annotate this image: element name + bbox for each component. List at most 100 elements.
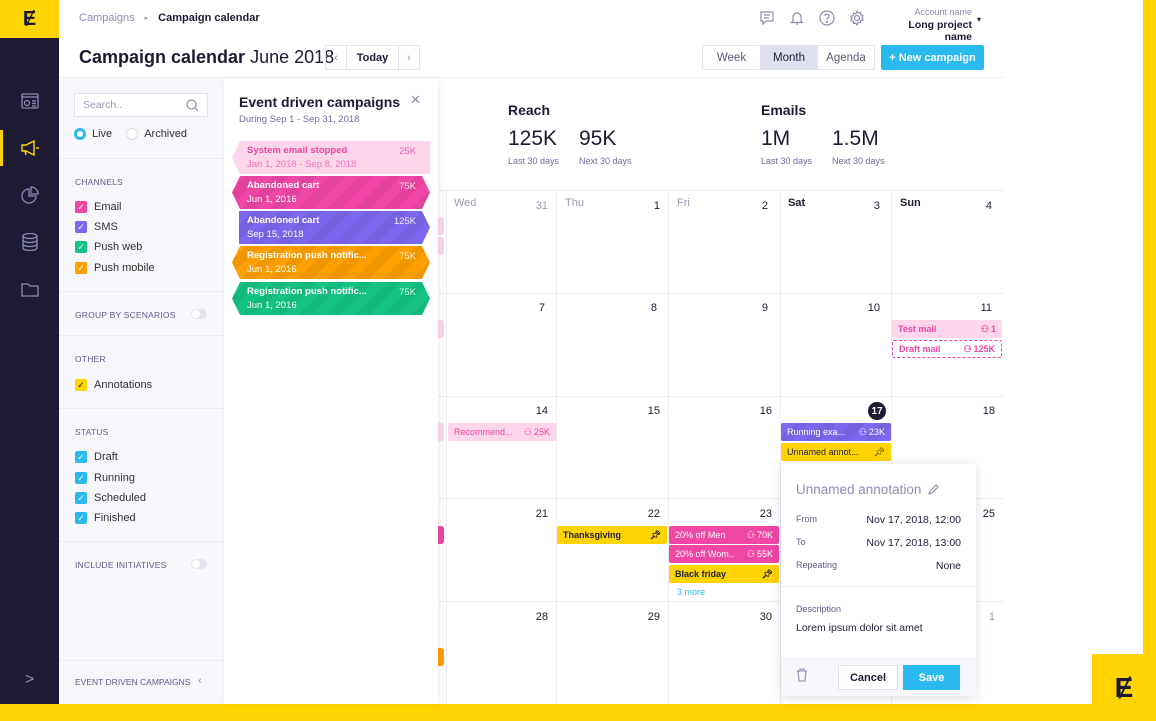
expand-nav-button[interactable]: > [0,668,59,692]
annotation-chip-unnamed[interactable]: Unnamed annot... 📌︎ [781,443,891,461]
checkbox-label: SMS [94,221,118,233]
nav-rail: Ɇ > [0,0,59,704]
prev-period-button[interactable]: ‹ [326,46,346,69]
today-button[interactable]: Today [346,46,399,69]
repeat-value[interactable]: None [936,560,961,572]
filters-sidebar: Search.. Live Archived CHANNELS ✓ Email ✓… [59,78,224,704]
nav-campaigns[interactable] [0,128,59,168]
frame-border-right [1143,0,1156,721]
event-sliver[interactable] [438,423,444,441]
checkbox-label: Running [94,472,135,484]
bell-icon[interactable] [789,10,805,26]
user-icon: ⚇ [858,426,867,437]
tab-month[interactable]: Month [760,46,817,69]
day-number: 23 [759,508,772,520]
save-button[interactable]: Save [903,665,960,690]
checkbox-push-web[interactable]: ✓ Push web [75,241,142,253]
tab-agenda[interactable]: Agenda [817,46,874,69]
event-chip-men[interactable]: 20% off Men ⚇ 70K [669,526,779,544]
event-date: Jun 1, 2016 [247,194,297,205]
check-icon: ✓ [75,379,87,391]
checkbox-finished[interactable]: ✓ Finished [75,512,136,524]
gear-icon[interactable] [849,10,865,26]
checkbox-sms[interactable]: ✓ SMS [75,221,118,233]
group-by-scenarios-toggle[interactable] [191,309,207,319]
annotation-title[interactable]: Unnamed annotation [796,482,940,497]
nav-analytics[interactable] [0,175,59,215]
description-text[interactable]: Lorem ipsum dolor sit amet [796,622,923,634]
chevron-left-icon[interactable]: ‹ [198,675,202,687]
pencil-icon[interactable] [927,483,940,496]
checkbox-push-mobile[interactable]: ✓ Push mobile [75,262,155,274]
event-sliver[interactable] [438,648,444,666]
divider [59,408,224,409]
checkbox-email[interactable]: ✓ Email [75,201,122,213]
divider [59,291,224,292]
event-label: Recommend... [454,427,513,437]
checkbox-annotations[interactable]: ✓ Annotations [75,379,152,391]
check-icon: ✓ [75,512,87,524]
tab-week[interactable]: Week [703,46,760,69]
close-icon[interactable]: ✕ [410,92,421,108]
event-sliver[interactable] [438,237,444,255]
cancel-button[interactable]: Cancel [838,665,898,690]
trash-icon[interactable] [796,668,808,682]
event-value: 25K [399,146,416,157]
event-sliver[interactable] [438,526,444,544]
checkbox-running[interactable]: ✓ Running [75,472,135,484]
stat-caption: Next 30 days [579,156,632,166]
event-label: 20% off Wom.. [675,549,734,559]
pin-icon: 📌︎ [761,568,773,579]
radio-live[interactable]: Live [74,128,112,140]
breadcrumb-campaigns[interactable]: Campaigns [79,12,135,24]
day-header-thu: Thu [565,197,584,209]
caret-down-icon[interactable]: ▾ [977,15,981,24]
stat-emails-last: 1M [761,127,791,150]
event-date: Sep 15, 2018 [247,229,304,240]
account-name: Account name [914,7,972,17]
more-events-link[interactable]: 3 more [677,587,705,597]
event-campaign-item[interactable]: Registration push notific... Jun 1, 2016… [232,246,430,279]
event-campaign-item[interactable]: Registration push notific... Jun 1, 2016… [232,282,430,315]
nav-data[interactable] [0,222,59,262]
annotation-chip-thanksgiving[interactable]: Thanksgiving 📌︎ [557,526,667,544]
event-chip-recommend[interactable]: Recommend... ⚇ 25K [448,423,556,441]
group-by-scenarios-label: GROUP BY SCENARIOS [75,310,176,320]
annotation-chip-black-friday[interactable]: Black friday 📌︎ [669,565,779,583]
event-campaign-item[interactable]: System email stopped Jan 1, 2018 - Sep 8… [232,141,430,174]
radio-archived[interactable]: Archived [126,128,187,140]
popover-footer: Cancel Save [781,657,976,696]
stat-reach-title: Reach [508,102,551,118]
event-chip-women[interactable]: 20% off Wom.. ⚇ 55K [669,545,779,563]
account-switcher[interactable]: Account name Long project name [886,7,972,43]
checkbox-draft[interactable]: ✓ Draft [75,451,118,463]
help-icon[interactable] [819,10,835,26]
checkbox-scheduled[interactable]: ✓ Scheduled [75,492,146,504]
check-icon: ✓ [75,472,87,484]
event-campaign-item[interactable]: Abandoned cart Sep 15, 2018 125K [239,211,430,244]
app-logo[interactable]: Ɇ [0,0,59,38]
from-value[interactable]: Nov 17, 2018, 12:00 [866,514,961,526]
event-campaign-item[interactable]: Abandoned cart Jun 1, 2016 75K [232,176,430,209]
event-chip-running[interactable]: Running exa... ⚇ 23K [781,423,891,441]
other-label: OTHER [75,354,106,364]
nav-dashboard[interactable] [0,81,59,121]
search-placeholder: Search.. [83,99,123,111]
event-sliver[interactable] [438,320,444,338]
event-sliver[interactable] [438,217,444,235]
breadcrumb-current: Campaign calendar [158,12,260,24]
search-input[interactable]: Search.. [74,93,208,117]
stat-reach-next: 95K [579,127,617,150]
new-campaign-button[interactable]: + New campaign [881,45,984,70]
event-chip-draft-mail[interactable]: Draft mail ⚇ 125K [892,340,1002,358]
next-period-button[interactable]: › [399,46,419,69]
event-chip-test-mail[interactable]: Test mail ⚇ 1 [892,320,1002,338]
event-driven-campaigns-toggle[interactable]: EVENT DRIVEN CAMPAIGNS [75,677,190,687]
annotation-popover: Unnamed annotation From Nov 17, 2018, 12… [781,464,976,696]
include-initiatives-toggle[interactable] [191,559,207,569]
repeat-label: Repeating [796,560,838,570]
chat-icon[interactable] [759,10,775,26]
nav-files[interactable] [0,269,59,309]
checkbox-label: Finished [94,512,136,524]
to-value[interactable]: Nov 17, 2018, 13:00 [866,537,961,549]
